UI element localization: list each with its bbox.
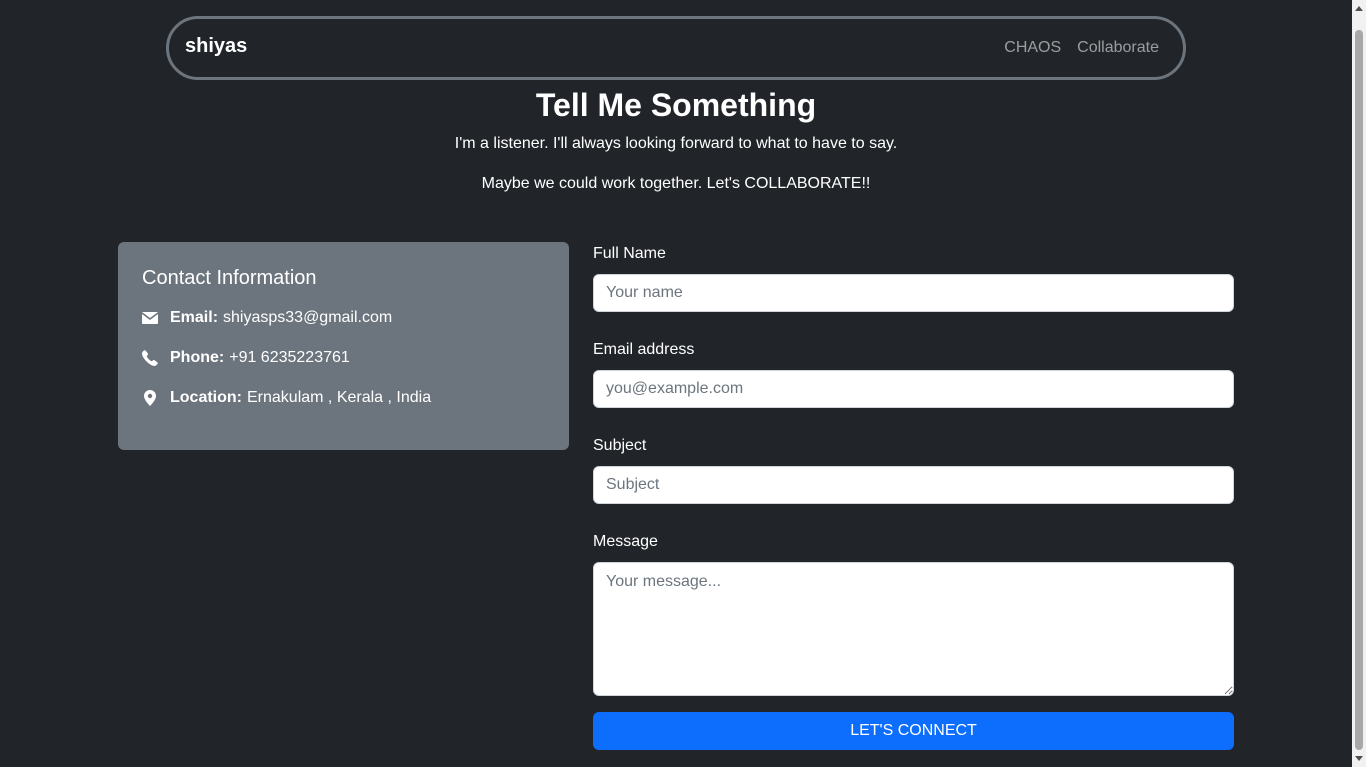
- message-textarea[interactable]: [593, 562, 1234, 696]
- brand-logo[interactable]: shiyas: [185, 35, 247, 58]
- contact-information-card: Contact Information Email: shiyasps33@gm…: [118, 242, 569, 450]
- message-label: Message: [593, 533, 658, 550]
- nav-link-chaos[interactable]: CHAOS: [1004, 39, 1061, 57]
- hero-intro: I'm a listener. I'll always looking forw…: [454, 135, 898, 152]
- contact-location-row: Location: Ernakulam , Kerala , India: [142, 386, 545, 410]
- hero-collab: Maybe we could work together. Let's COLL…: [481, 175, 871, 192]
- email-label: Email:: [170, 309, 219, 326]
- nav-link-collaborate[interactable]: Collaborate: [1077, 39, 1159, 57]
- navbar: shiyas CHAOS Collaborate: [166, 16, 1186, 80]
- scroll-down-arrow-icon[interactable]: [1355, 756, 1363, 761]
- subject-input[interactable]: [593, 466, 1234, 504]
- envelope-icon: [142, 310, 158, 326]
- email-value: shiyasps33@gmail.com: [223, 309, 393, 326]
- scroll-thumb[interactable]: [1355, 30, 1363, 750]
- full-name-label: Full Name: [593, 245, 666, 262]
- contact-phone-row: Phone: +91 6235223761: [142, 346, 545, 370]
- phone-icon: [142, 350, 158, 366]
- subject-label: Subject: [593, 437, 647, 454]
- nav-links: CHAOS Collaborate: [1004, 39, 1159, 57]
- contact-email-row: Email: shiyasps33@gmail.com: [142, 306, 545, 330]
- location-pin-icon: [142, 390, 158, 406]
- page-title: Tell Me Something: [535, 87, 817, 123]
- location-value: Ernakulam , Kerala , India: [247, 389, 432, 406]
- hero-section: Tell Me Something I'm a listener. I'll a…: [0, 86, 1352, 214]
- email-address-label: Email address: [593, 341, 695, 358]
- contact-form: Full Name Email address Subject Message …: [593, 244, 1234, 750]
- email-input[interactable]: [593, 370, 1234, 408]
- phone-value: +91 6235223761: [229, 349, 350, 366]
- phone-label: Phone:: [170, 349, 225, 366]
- scroll-up-arrow-icon[interactable]: [1355, 6, 1363, 11]
- contact-heading: Contact Information: [142, 267, 317, 289]
- page-scrollbar[interactable]: [1352, 0, 1366, 767]
- location-label: Location:: [170, 389, 242, 406]
- full-name-input[interactable]: [593, 274, 1234, 312]
- lets-connect-button[interactable]: LET'S CONNECT: [593, 712, 1234, 750]
